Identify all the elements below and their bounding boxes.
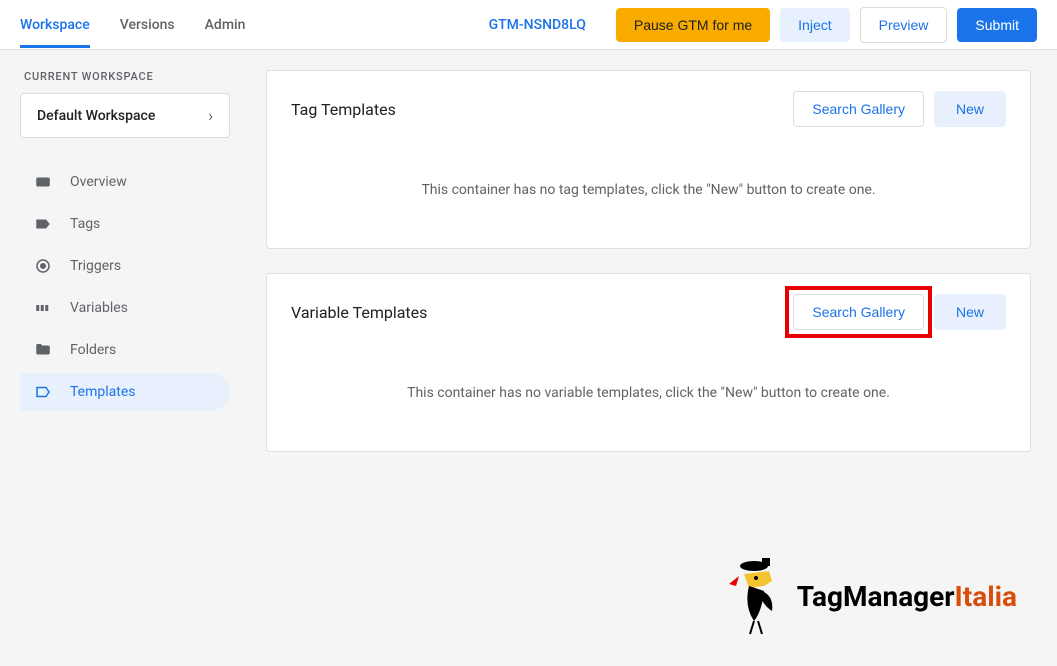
empty-state-text: This container has no variable templates… (291, 385, 1006, 401)
overview-icon (34, 173, 52, 191)
new-variable-template-button[interactable]: New (934, 294, 1006, 330)
card-header: Tag Templates Search Gallery New (291, 91, 1006, 127)
empty-state-text: This container has no tag templates, cli… (291, 182, 1006, 198)
highlight-annotation: Search Gallery (785, 286, 932, 338)
pause-gtm-button[interactable]: Pause GTM for me (616, 8, 770, 42)
nav-item-templates[interactable]: Templates (20, 373, 230, 411)
card-actions: Search Gallery New (793, 294, 1006, 330)
workspace-name: Default Workspace (37, 108, 155, 124)
search-gallery-button[interactable]: Search Gallery (793, 91, 924, 127)
template-icon (34, 383, 52, 401)
trigger-icon (34, 257, 52, 275)
nav-label: Templates (70, 384, 136, 400)
card-actions: Search Gallery New (793, 91, 1006, 127)
tab-versions[interactable]: Versions (120, 2, 175, 48)
variable-icon (34, 299, 52, 317)
sidebar: CURRENT WORKSPACE Default Workspace › Ov… (0, 50, 240, 666)
nav-label: Tags (70, 216, 100, 232)
inject-button[interactable]: Inject (780, 8, 849, 42)
nav-label: Overview (70, 174, 127, 190)
top-actions: GTM-NSND8LQ Pause GTM for me Inject Prev… (489, 7, 1037, 43)
sidebar-title: CURRENT WORKSPACE (20, 70, 230, 83)
nav-label: Variables (70, 300, 128, 316)
card-header: Variable Templates Search Gallery New (291, 294, 1006, 330)
tag-templates-card: Tag Templates Search Gallery New This co… (266, 70, 1031, 249)
tag-icon (34, 215, 52, 233)
variable-templates-card: Variable Templates Search Gallery New Th… (266, 273, 1031, 452)
tab-admin[interactable]: Admin (205, 2, 246, 48)
logo-text-main: TagManager (797, 580, 955, 613)
new-tag-template-button[interactable]: New (934, 91, 1006, 127)
tab-workspace[interactable]: Workspace (20, 2, 90, 48)
nav-item-triggers[interactable]: Triggers (20, 247, 230, 285)
top-bar: Workspace Versions Admin GTM-NSND8LQ Pau… (0, 0, 1057, 50)
logo-text-suffix: Italia (955, 580, 1017, 613)
nav-items: Overview Tags Triggers Variables (20, 163, 230, 411)
logo-text: TagManagerItalia (797, 580, 1017, 613)
container-id-link[interactable]: GTM-NSND8LQ (489, 17, 586, 33)
chevron-right-icon: › (208, 106, 213, 125)
nav-item-folders[interactable]: Folders (20, 331, 230, 369)
nav-label: Triggers (70, 258, 121, 274)
card-title: Tag Templates (291, 100, 396, 119)
nav-item-overview[interactable]: Overview (20, 163, 230, 201)
nav-label: Folders (70, 342, 116, 358)
nav-item-variables[interactable]: Variables (20, 289, 230, 327)
preview-button[interactable]: Preview (860, 7, 948, 43)
folder-icon (34, 341, 52, 359)
search-gallery-variable-button[interactable]: Search Gallery (793, 294, 924, 330)
nav-item-tags[interactable]: Tags (20, 205, 230, 243)
submit-button[interactable]: Submit (957, 8, 1037, 42)
tabs-container: Workspace Versions Admin (20, 2, 489, 48)
workspace-selector[interactable]: Default Workspace › (20, 93, 230, 138)
footer-logo: TagManagerItalia (724, 556, 1017, 636)
card-title: Variable Templates (291, 303, 427, 322)
woodpecker-icon (724, 556, 789, 636)
